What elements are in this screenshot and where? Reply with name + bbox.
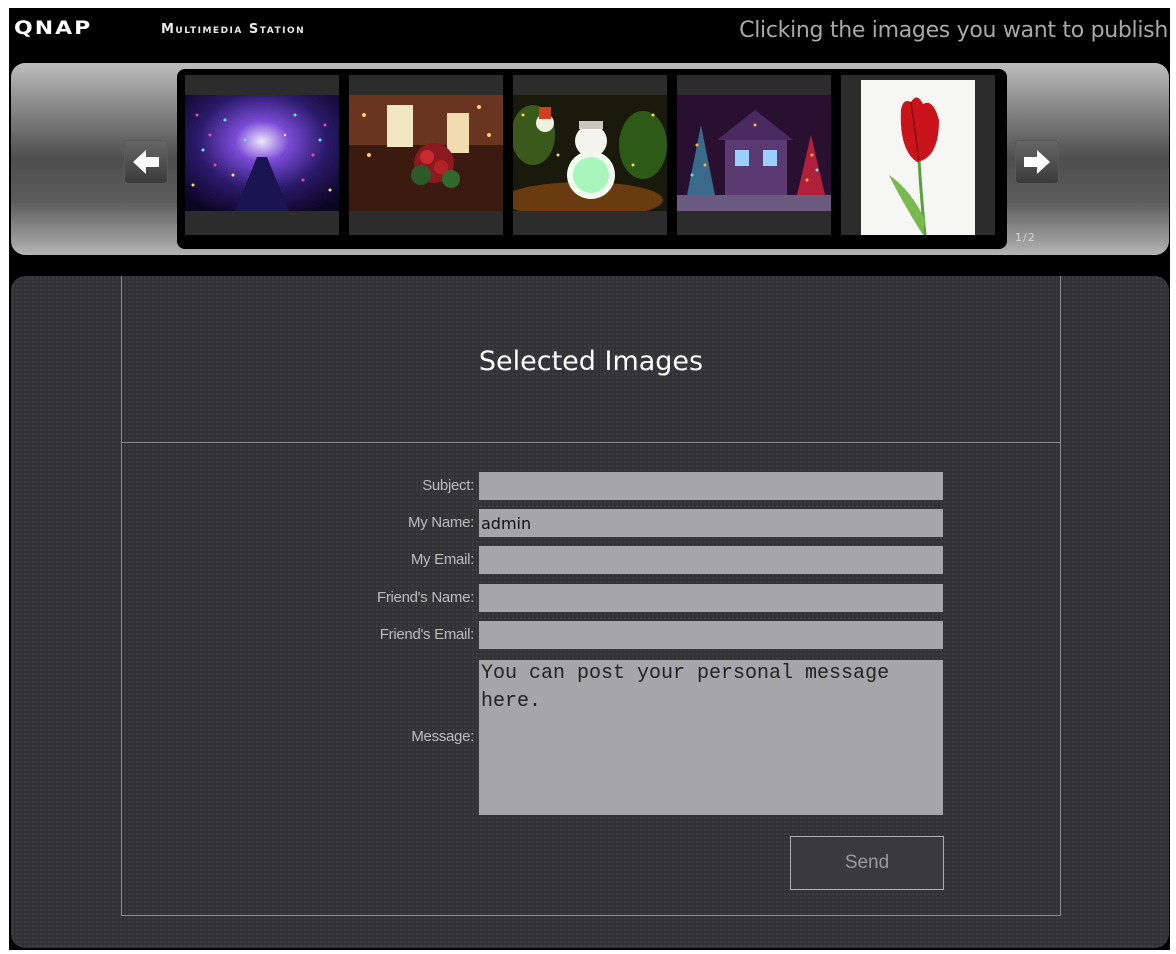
friend-email-input[interactable] (479, 621, 943, 649)
subject-label: Subject: (422, 477, 474, 494)
arrow-right-icon (1024, 150, 1050, 174)
thumbnail-image (861, 80, 975, 235)
my-name-input[interactable] (479, 509, 943, 537)
thumbnail-image (349, 95, 503, 211)
thumbnail-lit-house[interactable] (677, 75, 831, 235)
publish-panel: Selected Images Subject: My Name: My Ema… (11, 276, 1169, 948)
thumbnail-image (185, 95, 339, 211)
my-email-label: My Email: (410, 551, 474, 568)
friend-name-label: Friend's Name: (376, 589, 474, 606)
thumbnail-strip (177, 69, 1007, 249)
form-container: Selected Images Subject: My Name: My Ema… (121, 276, 1061, 916)
divider (122, 442, 1060, 443)
friend-name-input[interactable] (479, 584, 943, 612)
subject-input[interactable] (479, 472, 943, 500)
thumbnail-christmas-bouquet[interactable] (349, 75, 503, 235)
my-name-label: My Name: (408, 514, 474, 531)
instruction-text: Clicking the images you want to publish (739, 18, 1168, 43)
image-carousel: 1/2 (11, 63, 1169, 255)
app-title: Multimedia Station (161, 22, 306, 37)
carousel-prev-button[interactable] (124, 140, 168, 184)
thumbnail-image (677, 95, 831, 211)
thumbnail-red-tulip[interactable] (841, 75, 995, 235)
message-textarea[interactable]: You can post your personal message here. (479, 660, 943, 815)
qnap-logo: QNAP (14, 17, 93, 40)
friend-email-label: Friend's Email: (379, 626, 475, 643)
page-indicator: 1/2 (1015, 231, 1036, 244)
section-title: Selected Images (478, 346, 704, 377)
thumbnail-image (513, 95, 667, 211)
my-email-input[interactable] (479, 546, 943, 574)
carousel-next-button[interactable] (1015, 140, 1059, 184)
thumbnail-snowman-lights[interactable] (513, 75, 667, 235)
message-label: Message: (411, 728, 474, 745)
thumbnail-light-tunnel[interactable] (185, 75, 339, 235)
app-window: QNAP Multimedia Station Clicking the ima… (9, 8, 1170, 950)
arrow-left-icon (133, 150, 159, 174)
send-button[interactable]: Send (790, 836, 944, 890)
